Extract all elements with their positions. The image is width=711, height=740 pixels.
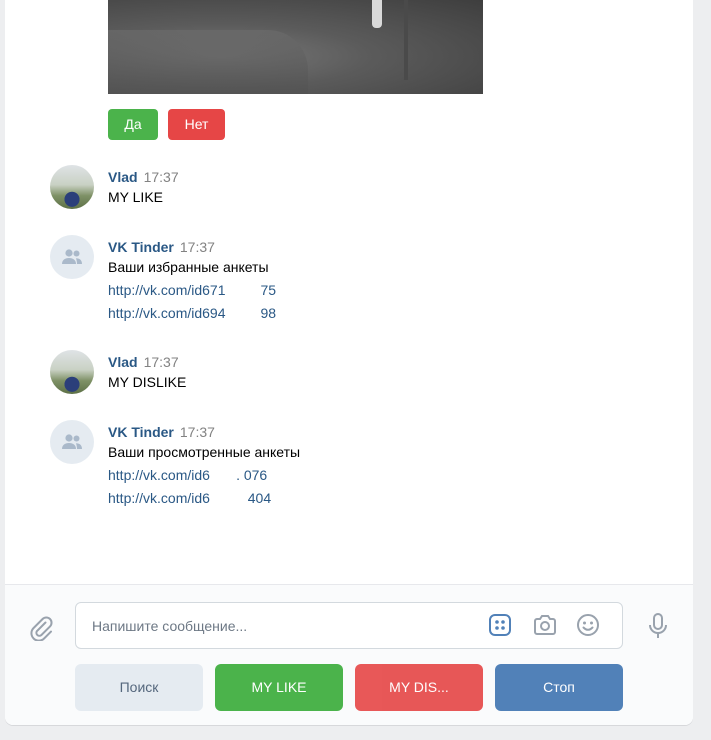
message-author[interactable]: VK Tinder xyxy=(108,239,174,255)
message-text: MY LIKE xyxy=(108,189,163,205)
paperclip-icon[interactable] xyxy=(27,613,55,646)
photo-strap xyxy=(372,0,382,28)
message-text: Ваши просмотренные анкеты xyxy=(108,444,301,460)
avatar[interactable] xyxy=(50,420,94,464)
composer: Поиск MY LIKE MY DIS... Стоп xyxy=(5,584,693,725)
message-author[interactable]: VK Tinder xyxy=(108,424,174,440)
chat-panel: Да Нет Vlad 17:37 MY LIKE VK Tinder 17:37 xyxy=(5,0,693,725)
message-text: MY DISLIKE xyxy=(108,374,187,390)
message-author[interactable]: Vlad xyxy=(108,169,138,185)
no-button[interactable]: Нет xyxy=(168,109,225,140)
profile-link[interactable]: http://vk.com/id6 . 076 xyxy=(108,464,300,487)
yes-button[interactable]: Да xyxy=(108,109,158,140)
my-dislike-button[interactable]: MY DIS... xyxy=(355,664,483,711)
photo-fold xyxy=(108,30,308,94)
message-time: 17:37 xyxy=(143,354,179,370)
profile-link[interactable]: http://vk.com/id671 75 xyxy=(108,279,276,302)
photo-cord xyxy=(404,0,408,80)
avatar[interactable] xyxy=(50,350,94,394)
attached-photo[interactable] xyxy=(108,0,483,94)
search-button[interactable]: Поиск xyxy=(75,664,203,711)
smile-icon[interactable] xyxy=(575,613,601,642)
avatar[interactable] xyxy=(50,235,94,279)
message-time: 17:37 xyxy=(143,169,179,185)
message-text: Ваши избранные анкеты xyxy=(108,259,269,275)
message-input-box xyxy=(75,602,623,649)
message-time: 17:37 xyxy=(179,239,215,255)
bot-keyboard: Поиск MY LIKE MY DIS... Стоп xyxy=(75,664,623,711)
apps-grid-icon[interactable] xyxy=(488,613,512,642)
message-time: 17:37 xyxy=(179,424,215,440)
profile-link[interactable]: http://vk.com/id694 98 xyxy=(108,302,276,325)
my-like-button[interactable]: MY LIKE xyxy=(215,664,343,711)
users-icon xyxy=(62,249,82,264)
camera-icon[interactable] xyxy=(532,613,558,642)
inline-keyboard: Да Нет xyxy=(108,109,225,140)
profile-link[interactable]: http://vk.com/id6 404 xyxy=(108,487,300,510)
users-icon xyxy=(62,434,82,449)
avatar[interactable] xyxy=(50,165,94,209)
stop-button[interactable]: Стоп xyxy=(495,664,623,711)
message-input[interactable] xyxy=(90,603,474,648)
microphone-icon[interactable] xyxy=(648,612,668,645)
message-author[interactable]: Vlad xyxy=(108,354,138,370)
